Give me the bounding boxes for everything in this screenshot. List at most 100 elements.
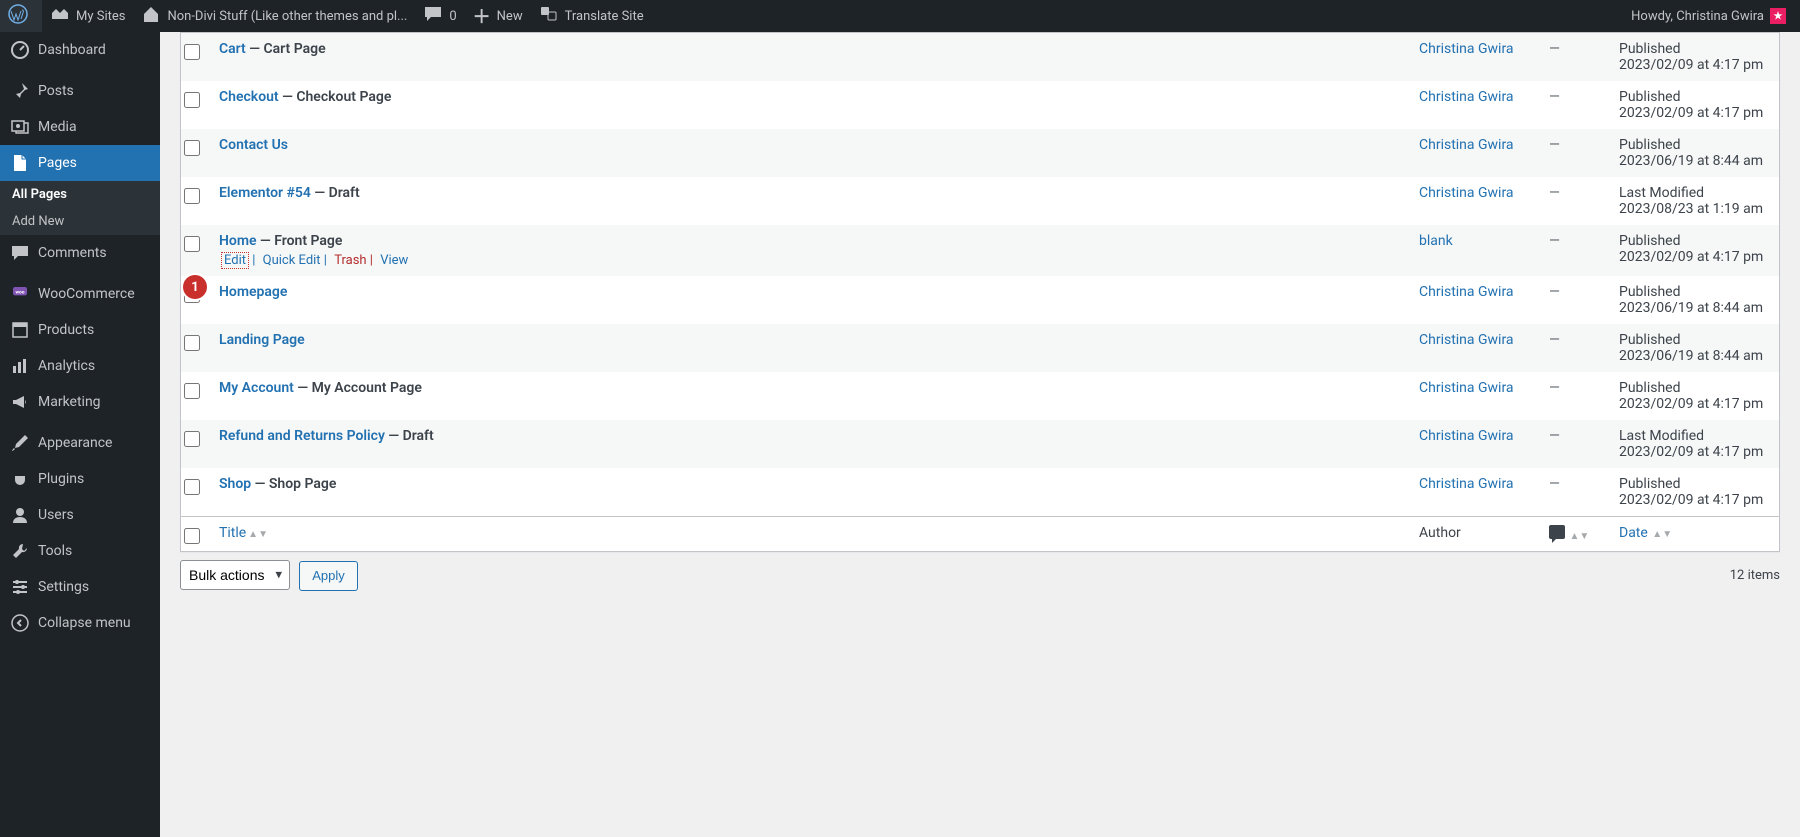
view-link[interactable]: View <box>380 253 408 268</box>
edit-link[interactable]: Edit <box>221 252 249 269</box>
row-checkbox[interactable] <box>184 431 200 447</box>
woo-icon: woo <box>10 284 30 304</box>
table-row: Refund and Returns Policy — Draft Christ… <box>181 420 1779 468</box>
page-title-link[interactable]: My Account <box>219 380 294 396</box>
comments-count: — <box>1549 476 1560 492</box>
table-row: Homepage Christina Gwira — Published2023… <box>181 276 1779 324</box>
comments-count: 0 <box>449 9 456 24</box>
page-title-link[interactable]: Home <box>219 233 257 249</box>
menu-analytics[interactable]: Analytics <box>0 348 160 384</box>
post-state: — Shop Page <box>255 476 337 492</box>
status-text: Published <box>1619 284 1680 300</box>
table-row: Home — Front Page 1 Edit | Quick Edit | … <box>181 225 1779 276</box>
menu-marketing[interactable]: Marketing <box>0 384 160 420</box>
avatar: ★ <box>1770 8 1786 24</box>
date-text: 2023/06/19 at 8:44 am <box>1619 300 1763 316</box>
my-account[interactable]: Howdy, Christina Gwira ★ <box>1623 0 1794 32</box>
page-title-link[interactable]: Contact Us <box>219 137 288 153</box>
author-link[interactable]: Christina Gwira <box>1419 332 1514 348</box>
author-link[interactable]: Christina Gwira <box>1419 476 1514 492</box>
comments-link[interactable]: 0 <box>415 0 464 32</box>
quick-edit-link[interactable]: Quick Edit <box>263 253 321 268</box>
user-icon <box>10 505 30 525</box>
author-link[interactable]: Christina Gwira <box>1419 380 1514 396</box>
menu-dashboard[interactable]: Dashboard <box>0 32 160 68</box>
menu-media[interactable]: Media <box>0 109 160 145</box>
page-title-link[interactable]: Elementor #54 <box>219 185 311 201</box>
menu-appearance[interactable]: Appearance <box>0 425 160 461</box>
page-title-link[interactable]: Shop <box>219 476 251 492</box>
row-checkbox[interactable] <box>184 383 200 399</box>
page-title-link[interactable]: Homepage <box>219 284 287 300</box>
author-link[interactable]: Christina Gwira <box>1419 428 1514 444</box>
wp-logo[interactable] <box>0 0 42 32</box>
menu-pages[interactable]: Pages <box>0 145 160 181</box>
sort-icon: ▲▼ <box>1650 529 1672 540</box>
row-checkbox[interactable] <box>184 188 200 204</box>
date-text: 2023/02/09 at 4:17 pm <box>1619 105 1763 121</box>
trash-link[interactable]: Trash <box>334 253 366 268</box>
row-checkbox[interactable] <box>184 92 200 108</box>
my-sites-link[interactable]: My Sites <box>42 0 133 32</box>
site-name-link[interactable]: Non-Divi Stuff (Like other themes and pl… <box>133 0 415 32</box>
translate-icon <box>539 4 559 24</box>
collapse-menu[interactable]: Collapse menu <box>0 605 160 641</box>
new-content-link[interactable]: ＋New <box>465 0 531 32</box>
row-checkbox[interactable] <box>184 44 200 60</box>
menu-plugins[interactable]: Plugins <box>0 461 160 497</box>
author-link[interactable]: Christina Gwira <box>1419 41 1514 57</box>
page-icon <box>10 153 30 173</box>
row-checkbox[interactable] <box>184 479 200 495</box>
status-text: Published <box>1619 332 1680 348</box>
status-text: Published <box>1619 41 1680 57</box>
submenu-pages: All Pages Add New <box>0 181 160 235</box>
page-title-link[interactable]: Refund and Returns Policy <box>219 428 385 444</box>
title-column-sort[interactable]: Title▲▼ <box>219 525 268 541</box>
bulk-actions-select[interactable]: Bulk actions <box>180 560 290 590</box>
submenu-all-pages[interactable]: All Pages <box>0 181 160 208</box>
howdy-label: Howdy, Christina Gwira <box>1631 9 1764 24</box>
status-text: Published <box>1619 476 1680 492</box>
menu-products[interactable]: Products <box>0 312 160 348</box>
date-column-sort[interactable]: Date ▲▼ <box>1619 525 1672 541</box>
author-link[interactable]: Christina Gwira <box>1419 284 1514 300</box>
submenu-add-new[interactable]: Add New <box>0 208 160 235</box>
table-row: My Account — My Account Page Christina G… <box>181 372 1779 420</box>
page-title-link[interactable]: Cart <box>219 41 246 57</box>
menu-settings[interactable]: Settings <box>0 569 160 605</box>
post-state: — Cart Page <box>249 41 325 57</box>
media-icon <box>10 117 30 137</box>
select-all-footer[interactable] <box>184 528 200 544</box>
translate-label: Translate Site <box>565 9 644 24</box>
comments-column-icon[interactable] <box>1549 525 1565 539</box>
page-title-link[interactable]: Landing Page <box>219 332 305 348</box>
translate-link[interactable]: Translate Site <box>531 0 652 32</box>
author-link[interactable]: blank <box>1419 233 1453 249</box>
author-link[interactable]: Christina Gwira <box>1419 137 1514 153</box>
table-row: Elementor #54 — Draft Christina Gwira — … <box>181 177 1779 225</box>
comments-count: — <box>1549 137 1560 153</box>
new-label: New <box>497 9 523 24</box>
author-link[interactable]: Christina Gwira <box>1419 185 1514 201</box>
row-checkbox[interactable] <box>184 140 200 156</box>
comments-count: — <box>1549 89 1560 105</box>
page-title-link[interactable]: Checkout <box>219 89 279 105</box>
menu-woocommerce[interactable]: wooWooCommerce <box>0 276 160 312</box>
comments-count: — <box>1549 233 1560 249</box>
author-link[interactable]: Christina Gwira <box>1419 89 1514 105</box>
date-text: 2023/02/09 at 4:17 pm <box>1619 57 1763 73</box>
date-text: 2023/06/19 at 8:44 am <box>1619 153 1763 169</box>
menu-posts[interactable]: Posts <box>0 73 160 109</box>
status-text: Published <box>1619 233 1680 249</box>
date-text: 2023/06/19 at 8:44 am <box>1619 348 1763 364</box>
pin-icon <box>10 81 30 101</box>
row-checkbox[interactable] <box>184 236 200 252</box>
menu-comments[interactable]: Comments <box>0 235 160 271</box>
status-text: Last Modified <box>1619 185 1704 201</box>
row-checkbox[interactable] <box>184 335 200 351</box>
menu-tools[interactable]: Tools <box>0 533 160 569</box>
menu-users[interactable]: Users <box>0 497 160 533</box>
sliders-icon <box>10 577 30 597</box>
comment-icon <box>423 4 443 24</box>
apply-button[interactable]: Apply <box>299 561 358 591</box>
